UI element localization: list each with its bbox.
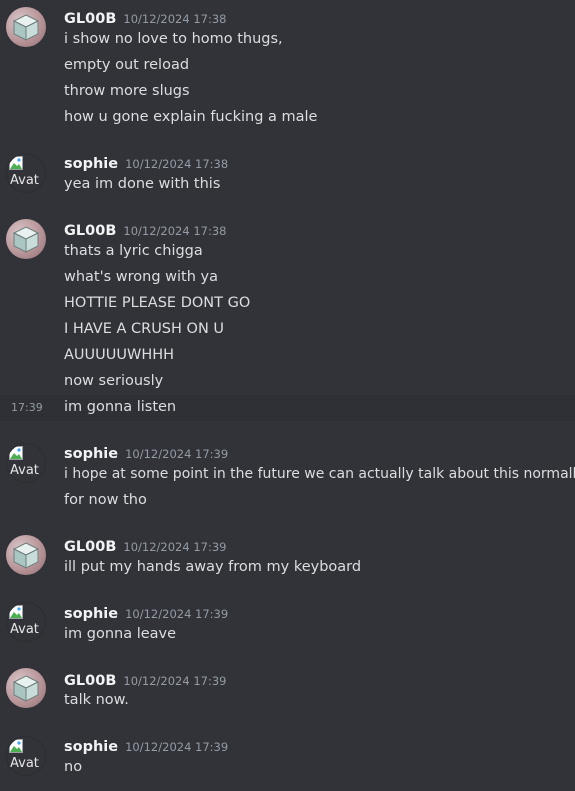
sophie-avatar[interactable]: Avat	[6, 602, 46, 642]
username[interactable]: GL00B	[64, 223, 116, 239]
message-text: ill put my hands away from my keyboard	[64, 559, 362, 575]
message-text: yea im done with this	[64, 176, 221, 192]
message-text: im gonna listen	[64, 399, 177, 415]
gloob-avatar[interactable]	[6, 7, 46, 47]
message-timestamp: 10/12/2024 17:39	[125, 607, 229, 621]
username[interactable]: sophie	[64, 606, 118, 622]
cube-icon	[12, 226, 40, 253]
avatar-alt-text: Avat	[10, 756, 39, 771]
sophie-avatar[interactable]: Avat	[6, 153, 46, 193]
broken-image-icon	[9, 605, 23, 619]
message-text: i hope at some point in the future we ca…	[64, 466, 575, 482]
message-text: now seriously	[64, 373, 164, 389]
cube-icon	[12, 542, 40, 569]
message-text: throw more slugs	[64, 83, 190, 99]
message-text: I HAVE A CRUSH ON U	[64, 321, 225, 337]
username[interactable]: GL00B	[64, 673, 116, 689]
message-text: what's wrong with ya	[64, 269, 218, 285]
username[interactable]: sophie	[64, 156, 118, 172]
broken-image-icon	[9, 446, 23, 460]
avatar-alt-text: Avat	[10, 622, 39, 637]
username[interactable]: sophie	[64, 739, 118, 755]
message-text: empty out reload	[64, 57, 190, 73]
avatar-alt-text: Avat	[10, 173, 39, 188]
message-text: AUUUUUWHHH	[64, 347, 175, 363]
gloob-avatar[interactable]	[6, 668, 46, 708]
message-text: how u gone explain fucking a male	[64, 109, 318, 125]
broken-image-icon	[9, 739, 23, 753]
message-timestamp: 10/12/2024 17:38	[123, 224, 227, 238]
message-text: talk now.	[64, 692, 129, 708]
sophie-avatar[interactable]: Avat	[6, 736, 46, 776]
cube-icon	[12, 14, 40, 41]
message-text: HOTTIE PLEASE DONT GO	[64, 295, 251, 311]
message-timestamp: 10/12/2024 17:39	[125, 447, 229, 461]
broken-image-icon	[9, 156, 23, 170]
sophie-avatar[interactable]: Avat	[6, 443, 46, 483]
avatar-alt-text: Avat	[10, 463, 39, 478]
message-timestamp: 10/12/2024 17:38	[125, 157, 229, 171]
gloob-avatar[interactable]	[6, 535, 46, 575]
hover-timestamp: 17:39	[11, 401, 43, 414]
gloob-avatar[interactable]	[6, 219, 46, 259]
message-timestamp: 10/12/2024 17:38	[123, 12, 227, 26]
message-timestamp: 10/12/2024 17:39	[123, 540, 227, 554]
username[interactable]: GL00B	[64, 11, 116, 27]
message-text: thats a lyric chigga	[64, 243, 203, 259]
message-text: i show no love to homo thugs,	[64, 31, 283, 47]
username[interactable]: GL00B	[64, 539, 116, 555]
message-timestamp: 10/12/2024 17:39	[125, 740, 229, 754]
message-timestamp: 10/12/2024 17:39	[123, 674, 227, 688]
message-text: for now tho	[64, 492, 147, 508]
message-text: no	[64, 759, 83, 775]
message-text: im gonna leave	[64, 626, 177, 642]
username[interactable]: sophie	[64, 446, 118, 462]
cube-icon	[12, 675, 40, 702]
